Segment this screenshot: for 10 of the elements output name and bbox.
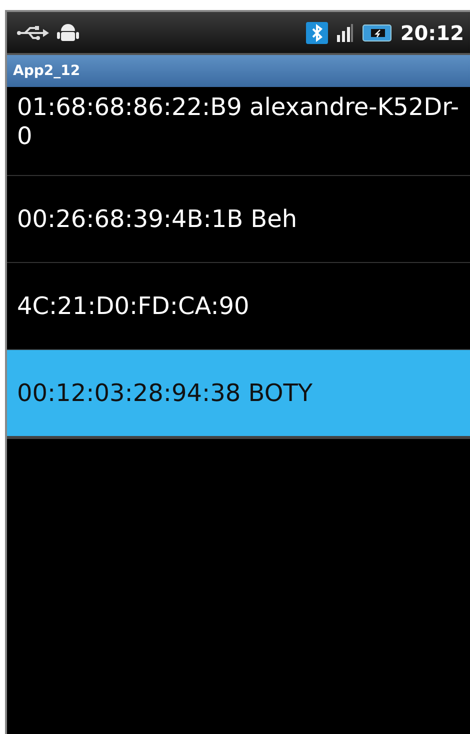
- bluetooth-icon: [306, 22, 328, 44]
- clock-time: 20:12: [400, 20, 464, 44]
- device-list-item[interactable]: 00:12:03:28:94:38 BOTY: [7, 350, 470, 439]
- device-list-item[interactable]: 00:26:68:39:4B:1B Beh: [7, 176, 470, 263]
- signal-icon: [336, 24, 354, 42]
- app-title: App2_12: [13, 63, 80, 79]
- battery-icon: [362, 24, 392, 42]
- usb-icon: [17, 26, 49, 40]
- robot-icon: [57, 22, 79, 44]
- device-list-item[interactable]: 01:68:68:86:22:B9 alexandre-K52Dr-0: [7, 87, 470, 176]
